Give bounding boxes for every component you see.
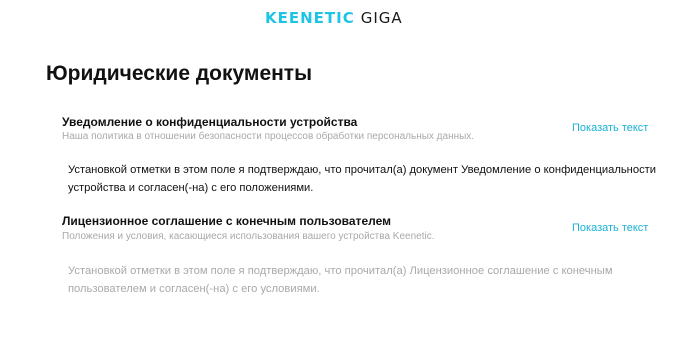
eula-consent-text[interactable]: Установкой отметки в этом поле я подтвер… — [68, 262, 668, 298]
eula-show-text-link[interactable]: Показать текст — [572, 222, 648, 234]
keenetic-logo: KEENETIC GIGA — [265, 9, 403, 27]
privacy-notice-title: Уведомление о конфиденциальности устройс… — [62, 115, 358, 129]
privacy-notice-consent-text[interactable]: Установкой отметки в этом поле я подтвер… — [68, 161, 668, 197]
privacy-notice-show-text-link[interactable]: Показать текст — [572, 122, 648, 134]
privacy-notice-description: Наша политика в отношении безопасности п… — [62, 131, 475, 142]
eula-description: Положения и условия, касающиеся использо… — [62, 231, 435, 242]
page-title: Юридические документы — [46, 62, 313, 85]
logo-model: GIGA — [360, 9, 403, 27]
eula-title: Лицензионное соглашение с конечным польз… — [62, 214, 391, 228]
logo-brand: KEENETIC — [265, 9, 355, 27]
